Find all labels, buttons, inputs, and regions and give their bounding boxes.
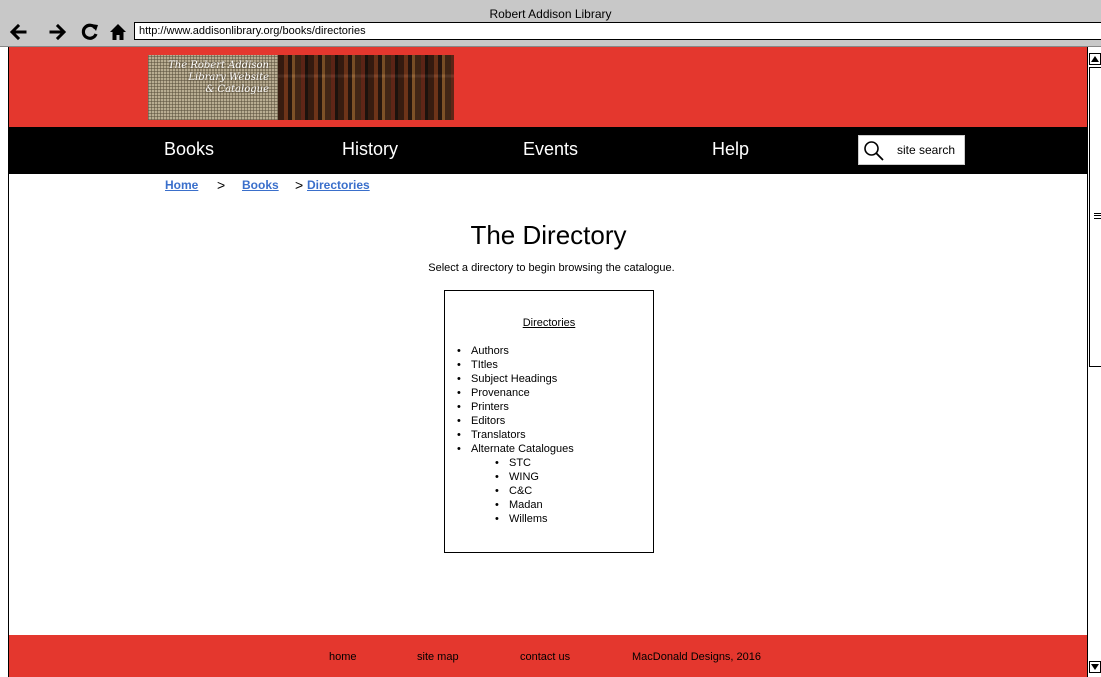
logo-texture: The Robert Addison Library Website & Cat… xyxy=(148,55,278,120)
search-icon xyxy=(864,141,884,161)
directory-item[interactable]: Subject Headings xyxy=(457,372,574,386)
directory-item[interactable]: Authors xyxy=(457,344,574,358)
reload-button[interactable] xyxy=(80,22,100,42)
directory-link[interactable]: Alternate Catalogues xyxy=(471,443,574,455)
triangle-down-icon xyxy=(1091,664,1099,670)
directory-link[interactable]: Authors xyxy=(471,345,509,357)
window-title: Robert Addison Library xyxy=(489,7,612,21)
scroll-down-button[interactable] xyxy=(1089,661,1101,673)
home-icon xyxy=(110,24,126,40)
directory-link[interactable]: Subject Headings xyxy=(471,373,557,385)
scroll-thumb[interactable] xyxy=(1089,67,1101,367)
footer: home site map contact us MacDonald Desig… xyxy=(9,635,1088,677)
directories-panel: Directories Authors TItles Subject Headi… xyxy=(444,290,654,553)
breadcrumb-separator: > xyxy=(217,177,226,193)
directory-item[interactable]: TItles xyxy=(457,358,574,372)
logo-text-line: The Robert Addison xyxy=(168,60,269,71)
footer-credit: MacDonald Designs, 2016 xyxy=(632,651,762,663)
directory-item[interactable]: Translators xyxy=(457,428,574,442)
intro-text: Select a directory to begin browsing the… xyxy=(428,262,675,274)
triangle-up-icon xyxy=(1091,56,1099,62)
directory-link[interactable]: Translators xyxy=(471,429,526,441)
site-search[interactable]: site search xyxy=(858,135,965,165)
alternate-catalogue-item[interactable]: C&C xyxy=(495,484,574,498)
page-title: The Directory xyxy=(470,220,627,251)
logo-text-line: Library Website xyxy=(188,72,269,83)
site-logo[interactable]: The Robert Addison Library Website & Cat… xyxy=(148,55,454,120)
alternate-catalogue-item[interactable]: WING xyxy=(495,470,574,484)
directory-item[interactable]: Alternate Catalogues STC WING C&C Madan … xyxy=(457,442,574,526)
forward-arrow-icon xyxy=(49,23,67,41)
footer-contact-link[interactable]: contact us xyxy=(520,650,570,664)
alternate-catalogue-link[interactable]: Willems xyxy=(509,513,548,525)
search-label: site search xyxy=(897,143,956,157)
address-bar[interactable]: http://www.addisonlibrary.org/books/dire… xyxy=(134,22,1101,40)
nav-events[interactable]: Events xyxy=(523,127,578,174)
directory-link[interactable]: Provenance xyxy=(471,387,530,399)
nav-help[interactable]: Help xyxy=(712,127,749,174)
grip-icon xyxy=(1094,213,1101,219)
alternate-catalogue-link[interactable]: Madan xyxy=(509,499,543,511)
alternate-catalogue-item[interactable]: STC xyxy=(495,456,574,470)
vertical-scrollbar[interactable] xyxy=(1087,47,1101,677)
alternate-catalogue-link[interactable]: WING xyxy=(509,471,539,483)
footer-site-map-link[interactable]: site map xyxy=(417,650,459,664)
alternate-catalogue-list: STC WING C&C Madan Willems xyxy=(471,456,574,526)
alternate-catalogue-link[interactable]: C&C xyxy=(509,485,532,497)
scroll-up-button[interactable] xyxy=(1089,53,1101,65)
forward-button[interactable] xyxy=(48,22,68,42)
directory-link[interactable]: Printers xyxy=(471,401,509,413)
back-arrow-icon xyxy=(9,23,27,41)
directories-heading: Directories xyxy=(522,317,576,329)
page-viewport: The Robert Addison Library Website & Cat… xyxy=(8,47,1088,677)
footer-home-link[interactable]: home xyxy=(329,650,357,664)
directory-item[interactable]: Printers xyxy=(457,400,574,414)
home-button[interactable] xyxy=(108,22,128,42)
alternate-catalogue-item[interactable]: Willems xyxy=(495,512,574,526)
directory-list: Authors TItles Subject Headings Provenan… xyxy=(457,344,574,526)
directory-item[interactable]: Provenance xyxy=(457,386,574,400)
nav-books[interactable]: Books xyxy=(164,127,214,174)
reload-icon xyxy=(81,23,98,40)
browser-chrome: Robert Addison Library http://www.addiso… xyxy=(0,0,1101,47)
directory-item[interactable]: Editors xyxy=(457,414,574,428)
directory-link[interactable]: Editors xyxy=(471,415,505,427)
logo-text-line: & Catalogue xyxy=(205,84,269,95)
logo-books-image xyxy=(278,55,454,120)
breadcrumb-separator: > xyxy=(295,177,304,193)
breadcrumb-home[interactable]: Home xyxy=(165,178,198,192)
logo-text: The Robert Addison Library Website & Cat… xyxy=(151,60,269,96)
directory-link[interactable]: TItles xyxy=(471,359,498,371)
alternate-catalogue-item[interactable]: Madan xyxy=(495,498,574,512)
breadcrumb-directories[interactable]: Directories xyxy=(307,178,370,192)
header-banner: The Robert Addison Library Website & Cat… xyxy=(9,47,1088,127)
main-nav: Books History Events Help site search xyxy=(9,127,1088,174)
nav-history[interactable]: History xyxy=(342,127,398,174)
back-button[interactable] xyxy=(8,22,28,42)
alternate-catalogue-link[interactable]: STC xyxy=(509,457,531,469)
breadcrumb-books[interactable]: Books xyxy=(242,178,279,192)
